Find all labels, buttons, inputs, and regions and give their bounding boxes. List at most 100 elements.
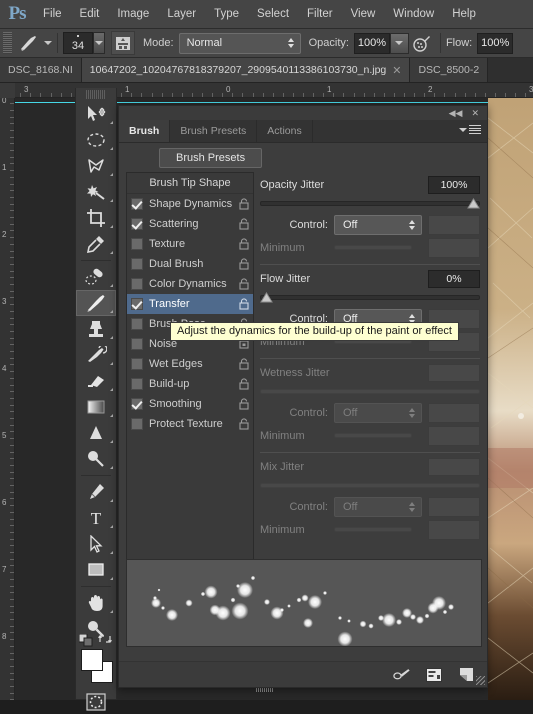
menu-view[interactable]: View — [342, 0, 385, 28]
brush-size-field[interactable]: 34 — [63, 32, 93, 54]
lock-icon[interactable] — [239, 298, 249, 310]
gradient-tool[interactable] — [76, 394, 116, 420]
flow-jitter-slider[interactable] — [260, 291, 480, 305]
move-tool[interactable] — [76, 101, 116, 127]
marquee-tool[interactable] — [76, 127, 116, 153]
flow-field[interactable]: 100% — [477, 32, 514, 54]
dynamics-row-build-up[interactable]: Build-up — [127, 374, 253, 394]
dynamics-row-shape-dynamics[interactable]: Shape Dynamics — [127, 194, 253, 214]
menu-image[interactable]: Image — [108, 0, 158, 28]
opacity-jitter-value[interactable]: 100% — [428, 176, 480, 194]
lock-icon[interactable] — [239, 378, 249, 390]
checkbox-transfer[interactable] — [131, 298, 143, 310]
lock-icon[interactable] — [239, 358, 249, 370]
path-selection-tool[interactable] — [76, 531, 116, 557]
lock-icon[interactable] — [239, 258, 249, 270]
menu-filter[interactable]: Filter — [298, 0, 342, 28]
eraser-tool[interactable] — [76, 368, 116, 394]
menu-layer[interactable]: Layer — [158, 0, 205, 28]
eyedropper-tool[interactable] — [76, 231, 116, 257]
blur-tool[interactable] — [76, 420, 116, 446]
tab-brush[interactable]: Brush — [119, 120, 171, 142]
brush-tool[interactable] — [76, 290, 116, 316]
slider-thumb[interactable] — [260, 292, 273, 303]
opacity-jitter-slider[interactable] — [260, 197, 480, 211]
dynamics-row-color-dynamics[interactable]: Color Dynamics — [127, 274, 253, 294]
opacity-field[interactable]: 100% — [353, 32, 390, 54]
dynamics-row-protect-texture[interactable]: Protect Texture — [127, 414, 253, 434]
tools-panel-grip[interactable] — [86, 90, 106, 99]
quick-mask-button[interactable] — [76, 690, 116, 714]
document-tab-2[interactable]: 10647202_10204767818379207_2909540113386… — [81, 58, 411, 82]
panel-resize-grip[interactable] — [476, 676, 485, 685]
tab-brush-presets[interactable]: Brush Presets — [170, 120, 258, 142]
magic-wand-tool[interactable] — [76, 179, 116, 205]
dynamics-row-scattering[interactable]: Scattering — [127, 214, 253, 234]
checkbox-dual-brush[interactable] — [131, 258, 143, 270]
dynamics-row-transfer[interactable]: Transfer — [127, 294, 253, 314]
new-brush-preset-icon[interactable] — [425, 667, 443, 683]
brush-presets-button[interactable]: Brush Presets — [159, 148, 263, 168]
checkbox-color-dynamics[interactable] — [131, 278, 143, 290]
brush-preview-icon[interactable] — [14, 31, 44, 55]
menu-help[interactable]: Help — [443, 0, 485, 28]
toggle-brush-panel-icon[interactable] — [393, 667, 411, 683]
panel-menu-button[interactable] — [459, 125, 481, 134]
rectangle-tool[interactable] — [76, 557, 116, 583]
delete-brush-icon[interactable] — [457, 667, 475, 683]
brush-tip-shape-header[interactable]: Brush Tip Shape — [127, 173, 253, 194]
menu-type[interactable]: Type — [205, 0, 248, 28]
swap-colors-icon[interactable] — [98, 633, 112, 648]
brush-panel-titlebar[interactable]: ◀◀ ✕ — [119, 106, 487, 121]
type-tool[interactable]: T — [76, 505, 116, 531]
hand-tool[interactable] — [76, 590, 116, 616]
blend-mode-select[interactable]: Normal — [178, 32, 301, 54]
menu-file[interactable]: File — [34, 0, 71, 28]
menu-select[interactable]: Select — [248, 0, 298, 28]
menu-edit[interactable]: Edit — [71, 0, 109, 28]
crop-tool[interactable] — [76, 205, 116, 231]
checkbox-protect-texture[interactable] — [131, 418, 143, 430]
dynamics-row-texture[interactable]: Texture — [127, 234, 253, 254]
checkbox-smoothing[interactable] — [131, 398, 143, 410]
pen-tool[interactable] — [76, 479, 116, 505]
opacity-jitter-control-select[interactable]: Off — [334, 215, 422, 235]
checkbox-texture[interactable] — [131, 238, 143, 250]
slider-thumb[interactable] — [467, 198, 480, 209]
lock-icon[interactable] — [239, 398, 249, 410]
lasso-tool[interactable] — [76, 153, 116, 179]
vertical-ruler[interactable]: 012345678 — [0, 83, 15, 700]
close-icon[interactable]: ✕ — [471, 108, 479, 119]
menu-window[interactable]: Window — [384, 0, 443, 28]
collapse-icon[interactable]: ◀◀ — [449, 108, 463, 119]
checkbox-wet-edges[interactable] — [131, 358, 143, 370]
tab-actions[interactable]: Actions — [257, 120, 313, 142]
lock-icon[interactable] — [239, 198, 249, 210]
dynamics-row-smoothing[interactable]: Smoothing — [127, 394, 253, 414]
checkbox-build-up[interactable] — [131, 378, 143, 390]
dodge-tool[interactable] — [76, 446, 116, 472]
lock-icon[interactable] — [239, 238, 249, 250]
checkbox-scattering[interactable] — [131, 218, 143, 230]
lock-icon[interactable] — [239, 418, 249, 430]
brush-preset-dropdown-arrow[interactable] — [44, 41, 52, 45]
checkbox-shape-dynamics[interactable] — [131, 198, 143, 210]
options-bar-grip[interactable] — [3, 32, 12, 54]
close-icon[interactable]: ✕ — [392, 64, 401, 77]
lock-icon[interactable] — [239, 218, 249, 230]
lock-icon[interactable] — [239, 278, 249, 290]
clone-stamp-tool[interactable] — [76, 316, 116, 342]
document-tab-1[interactable]: DSC_8168.NI — [0, 58, 82, 82]
dynamics-row-dual-brush[interactable]: Dual Brush — [127, 254, 253, 274]
dynamics-row-wet-edges[interactable]: Wet Edges — [127, 354, 253, 374]
foreground-color-swatch[interactable] — [81, 649, 103, 671]
spot-healing-brush-tool[interactable] — [76, 264, 116, 290]
checkbox-brush-pose[interactable] — [131, 318, 143, 330]
document-tab-3[interactable]: DSC_8500-2 — [410, 58, 489, 82]
flow-jitter-value[interactable]: 0% — [428, 270, 480, 288]
history-brush-tool[interactable] — [76, 342, 116, 368]
opacity-dropdown-button[interactable] — [389, 32, 409, 54]
tablet-pressure-size-button[interactable] — [111, 31, 135, 55]
airbrush-toggle-button[interactable] — [409, 31, 435, 55]
checkbox-noise[interactable] — [131, 338, 143, 350]
